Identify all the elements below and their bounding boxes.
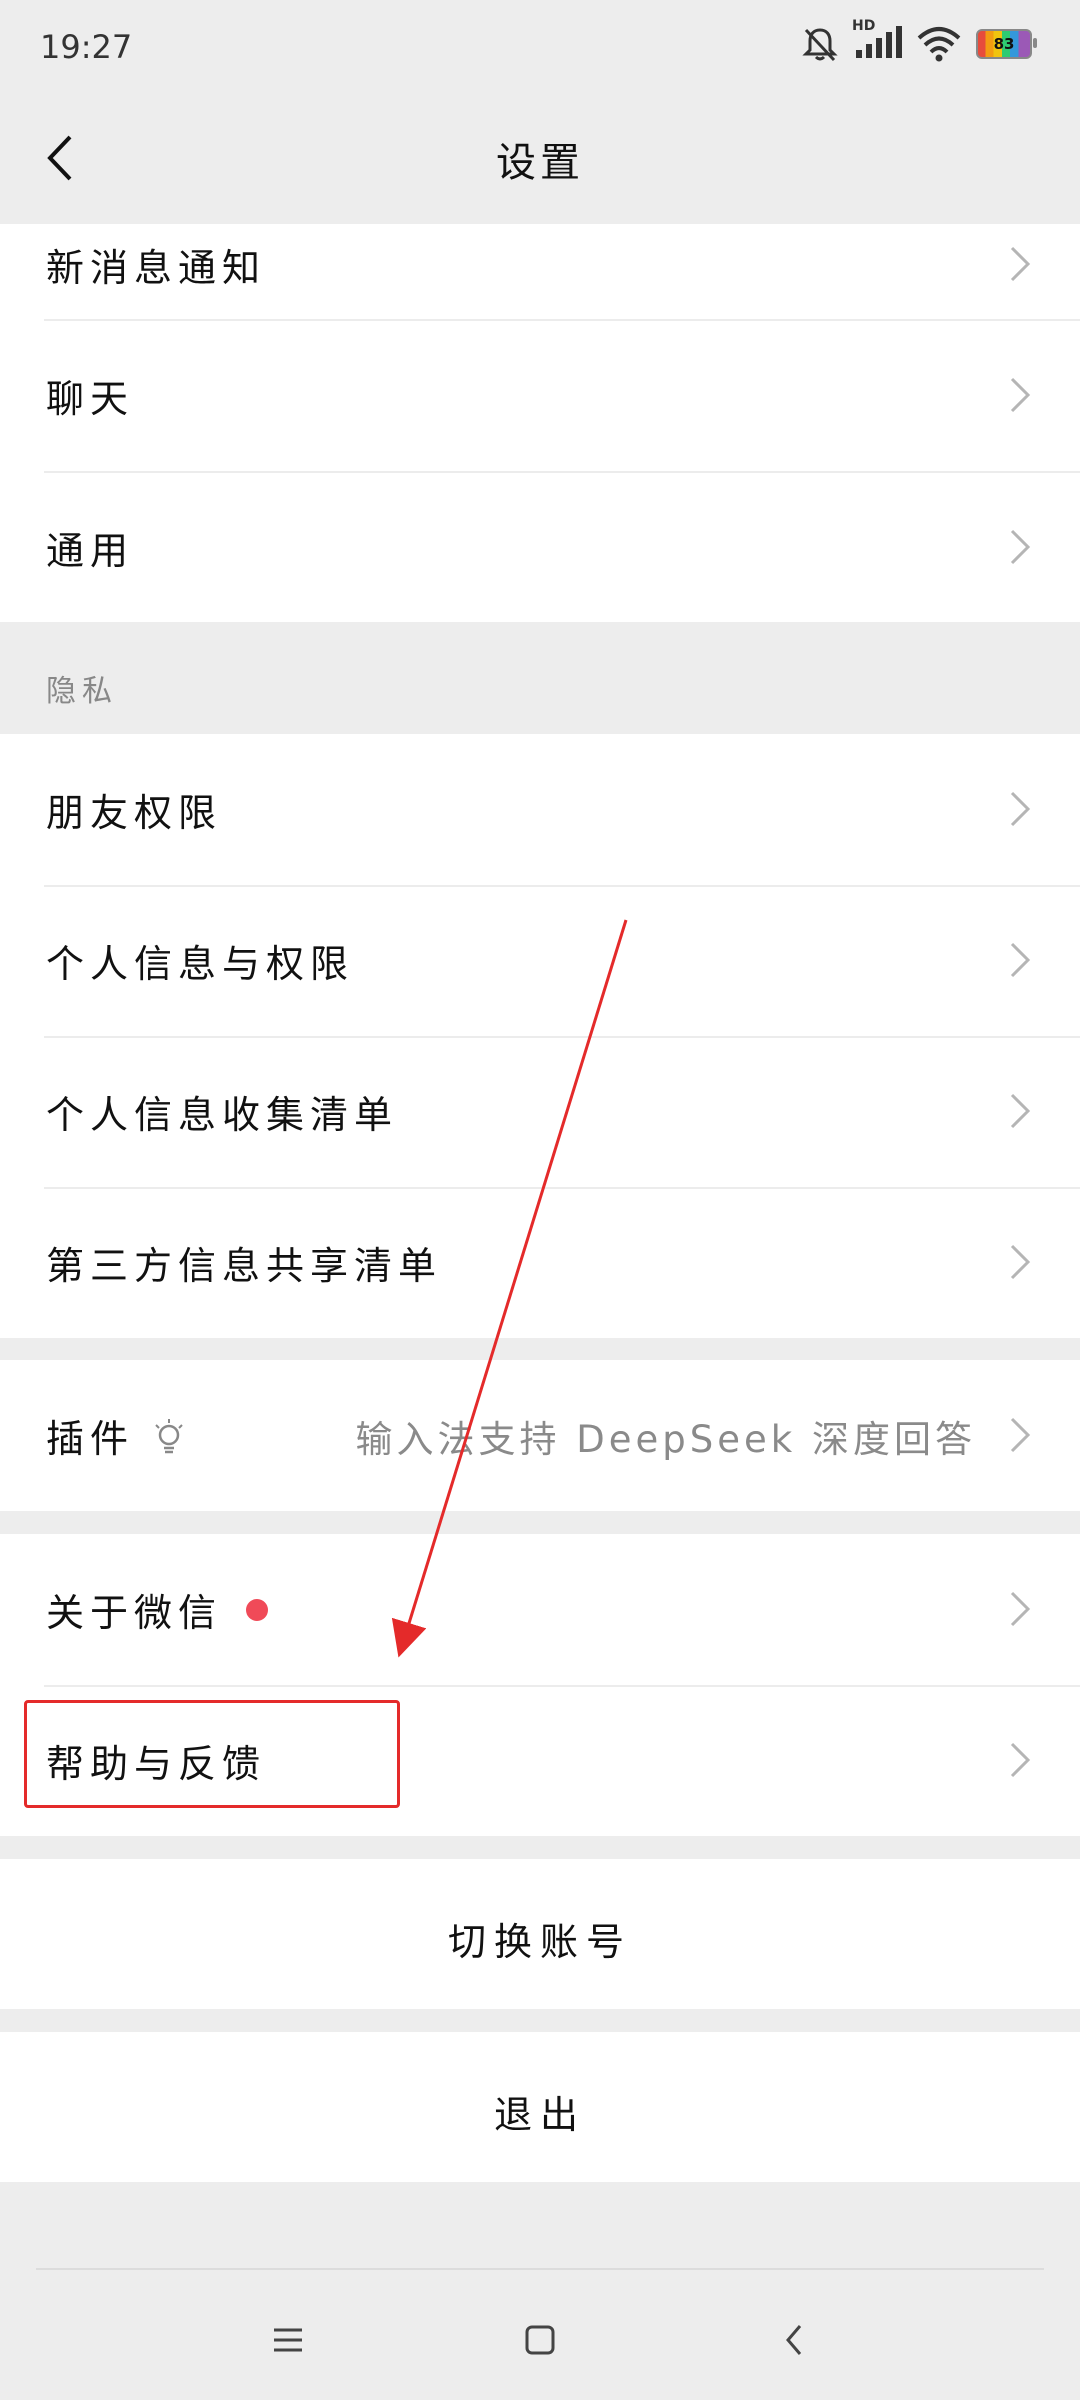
back-icon — [786, 2325, 802, 2355]
nav-divider — [36, 2268, 1044, 2270]
home-icon — [525, 2325, 555, 2355]
nav-home-button[interactable] — [510, 2310, 570, 2370]
nav-back-button[interactable] — [764, 2310, 824, 2370]
menu-icon — [274, 2328, 302, 2352]
nav-menu-button[interactable] — [258, 2310, 318, 2370]
annotation-arrow — [391, 919, 628, 1658]
